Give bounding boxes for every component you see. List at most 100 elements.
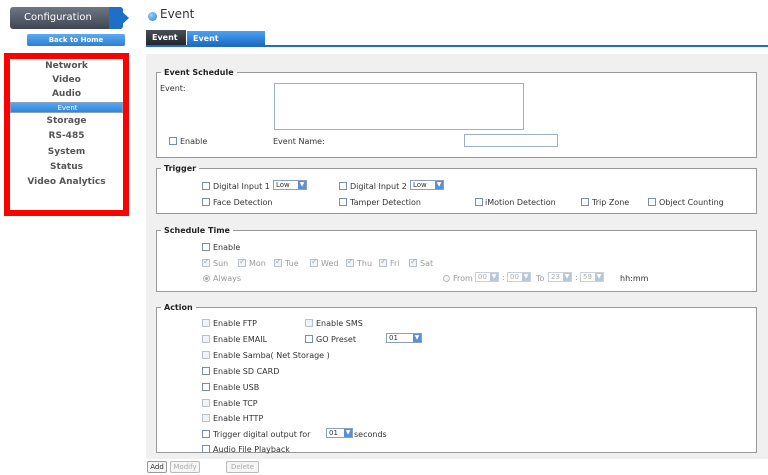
day-tue-checkbox[interactable] (274, 257, 282, 267)
sidebar-item-audio[interactable]: Audio (10, 87, 123, 101)
chevron-down-icon: ▼ (595, 273, 603, 281)
event-bullet-icon (148, 12, 157, 21)
digital-input-1-select[interactable]: Low ▼ (273, 180, 307, 190)
always-radio[interactable] (203, 275, 210, 282)
schedule-enable-label: Enable (213, 243, 241, 252)
chevron-down-icon: ▼ (344, 429, 352, 437)
chevron-down-icon: ▼ (413, 334, 421, 342)
event-name-input[interactable] (464, 134, 558, 147)
enable-http-label: Enable HTTP (213, 414, 264, 423)
action-legend: Action (164, 303, 193, 312)
sidebar-item-status[interactable]: Status (10, 160, 123, 174)
from-hour-select[interactable]: 00 ▼ (475, 272, 499, 282)
go-preset-checkbox[interactable] (305, 335, 313, 343)
enable-sd-card-label: Enable SD CARD (213, 367, 280, 376)
enable-http-checkbox[interactable] (202, 414, 210, 422)
time-format-label: hh:mm (620, 274, 649, 283)
seconds-label: seconds (354, 430, 387, 439)
configuration-header: Configuration (10, 7, 129, 29)
day-mon-checkbox[interactable] (238, 257, 246, 267)
content-panel: Event Schedule Event: Enable Event Name:… (146, 54, 768, 459)
enable-ftp-checkbox[interactable] (202, 319, 210, 327)
trip-zone-checkbox[interactable] (581, 198, 589, 206)
sidebar-item-video[interactable]: Video (10, 73, 123, 87)
schedule-enable-checkbox[interactable] (202, 243, 210, 251)
enable-samba-checkbox[interactable] (202, 351, 210, 359)
sidebar-item-storage[interactable]: Storage (10, 114, 123, 128)
face-detection-label: Face Detection (213, 198, 273, 207)
enable-usb-checkbox[interactable] (202, 383, 210, 391)
day-wed-checkbox[interactable] (310, 257, 318, 267)
enable-sms-checkbox[interactable] (305, 319, 313, 327)
imotion-detection-label: iMotion Detection (485, 198, 556, 207)
chevron-down-icon: ▼ (563, 273, 571, 281)
to-colon: : (575, 273, 578, 282)
sidebar-item-system[interactable]: System (10, 145, 123, 159)
from-radio[interactable] (443, 275, 450, 282)
tamper-detection-label: Tamper Detection (350, 198, 421, 207)
object-counting-checkbox[interactable] (648, 198, 656, 206)
chevron-down-icon: ▼ (490, 273, 498, 281)
to-hour-select[interactable]: 23 ▼ (548, 272, 572, 282)
day-sun-checkbox[interactable] (202, 257, 210, 267)
day-thu-checkbox[interactable] (346, 257, 354, 267)
trigger-output-label: Trigger digital output for (213, 430, 311, 439)
enable-sd-card-checkbox[interactable] (202, 367, 210, 375)
delete-button[interactable]: Delete (226, 461, 259, 473)
sidebar-item-rs485[interactable]: RS-485 (10, 129, 123, 143)
tab-event[interactable]: Event (146, 30, 186, 45)
day-mon-label: Mon (249, 259, 266, 268)
digital-input-1-label: Digital Input 1 (213, 182, 270, 191)
schedule-time-legend: Schedule Time (164, 226, 230, 235)
trigger-legend: Trigger (164, 164, 197, 173)
trip-zone-label: Trip Zone (592, 198, 630, 207)
sidebar-item-network[interactable]: Network (10, 59, 123, 73)
digital-input-2-select[interactable]: Low ▼ (410, 180, 444, 190)
day-tue-label: Tue (285, 259, 299, 268)
from-label: From (453, 274, 473, 283)
tamper-detection-checkbox[interactable] (339, 198, 347, 206)
add-button[interactable]: Add (147, 461, 167, 473)
digital-input-2-checkbox[interactable] (339, 182, 347, 190)
go-preset-select[interactable]: 01 ▼ (386, 333, 422, 343)
go-preset-label: GO Preset (316, 335, 356, 344)
audio-playback-checkbox[interactable] (202, 445, 210, 453)
trigger-output-checkbox[interactable] (202, 430, 210, 438)
event-label: Event: (160, 84, 186, 93)
event-enable-checkbox[interactable] (169, 137, 177, 145)
enable-ftp-label: Enable FTP (213, 319, 257, 328)
trigger-output-select[interactable]: 01 ▼ (326, 428, 353, 438)
enable-usb-label: Enable USB (213, 383, 260, 392)
modify-button[interactable]: Modify (170, 461, 200, 473)
configuration-label: Configuration (24, 12, 92, 23)
to-label: To (536, 274, 545, 283)
enable-samba-label: Enable Samba( Net Storage ) (213, 351, 330, 360)
from-colon: : (502, 273, 505, 282)
enable-tcp-checkbox[interactable] (202, 399, 210, 407)
from-minute-select[interactable]: 00 ▼ (507, 272, 531, 282)
arrow-right-icon (117, 7, 129, 29)
page-title: Event (160, 7, 195, 21)
to-minute-select[interactable]: 59 ▼ (580, 272, 604, 282)
tab-event-schedule[interactable]: Event Schedule (186, 30, 266, 58)
digital-input-1-checkbox[interactable] (202, 182, 210, 190)
imotion-detection-checkbox[interactable] (475, 198, 483, 206)
digital-input-2-label: Digital Input 2 (350, 182, 407, 191)
enable-tcp-label: Enable TCP (213, 399, 258, 408)
audio-playback-label: Audio File Playback (213, 445, 290, 454)
tab-underline (146, 45, 768, 47)
face-detection-checkbox[interactable] (202, 198, 210, 206)
enable-email-checkbox[interactable] (202, 335, 210, 343)
back-to-home-button[interactable]: Back to Home (27, 34, 125, 46)
day-fri-checkbox[interactable] (379, 257, 387, 267)
sidebar-menu: Network Video Audio Event Storage RS-485… (4, 53, 129, 216)
object-counting-label: Object Counting (659, 198, 724, 207)
always-label: Always (213, 274, 242, 283)
day-sat-checkbox[interactable] (409, 257, 417, 267)
event-name-label: Event Name: (273, 137, 325, 146)
chevron-down-icon: ▼ (298, 181, 306, 189)
sidebar-item-event[interactable]: Event (10, 102, 123, 113)
sidebar-item-video-analytics[interactable]: Video Analytics (10, 175, 123, 189)
event-list-box[interactable] (274, 83, 524, 130)
enable-email-label: Enable EMAIL (213, 335, 268, 344)
